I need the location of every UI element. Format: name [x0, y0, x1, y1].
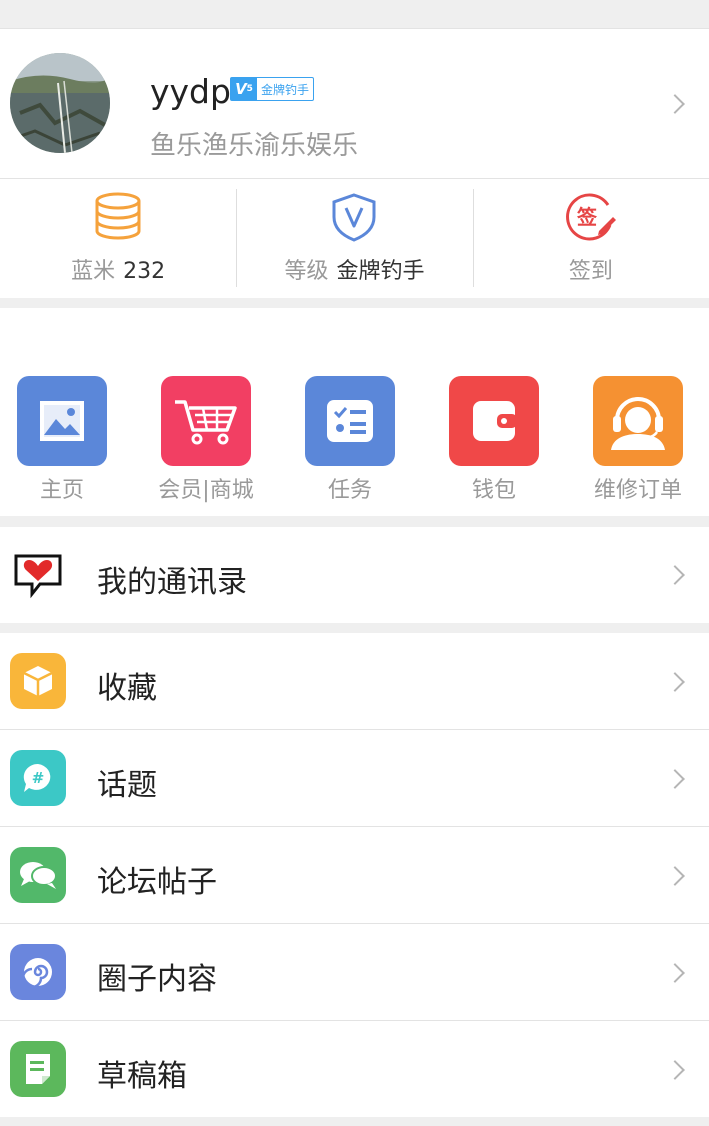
grid-label: 会员|商城 [158, 478, 254, 503]
grid-label: 维修订单 [593, 478, 682, 503]
task-list-icon [305, 376, 395, 466]
level-badge: V5 金牌钓手 [230, 77, 315, 101]
grid-item-mall[interactable]: 会员|商城 [136, 376, 276, 504]
menu-label: 收藏 [97, 671, 157, 706]
chevron-right-icon [665, 1060, 685, 1080]
grid-item-repair-orders[interactable]: 维修订单 [568, 376, 708, 504]
grid-label: 钱包 [471, 478, 516, 503]
stat-value: 232 [123, 259, 166, 284]
stat-sign-in[interactable]: 签 签到 [472, 179, 709, 298]
grid-label: 主页 [39, 478, 84, 503]
menu-label: 草稿箱 [97, 1059, 187, 1094]
image-icon [17, 376, 107, 466]
menu-label: 论坛帖子 [97, 865, 217, 900]
user-signature: 鱼乐渔乐渝乐娱乐 [150, 131, 359, 161]
feature-grid: 主页 会员|商城 任务 钱包 维修订单 [0, 308, 709, 516]
draft-icon [10, 1041, 66, 1097]
chevron-right-icon [665, 565, 685, 585]
profile-card[interactable]: yydp V5 金牌钓手 鱼乐渔乐渝乐娱乐 [0, 28, 709, 178]
coins-icon [95, 192, 141, 240]
grid-label: 任务 [327, 478, 372, 503]
menu-label: 话题 [97, 768, 157, 803]
badge-title: 金牌钓手 [261, 82, 310, 97]
grid-item-home[interactable]: 主页 [0, 376, 132, 504]
stat-level[interactable]: 等级 金牌钓手 [236, 179, 472, 298]
chevron-right-icon [665, 866, 685, 886]
heart-bubble-icon [10, 547, 66, 603]
menu-item-topics[interactable]: # 话题 [0, 730, 709, 827]
topic-hashtag-icon: # [10, 750, 66, 806]
customer-service-icon [593, 376, 683, 466]
box-icon [10, 653, 66, 709]
chevron-right-icon [665, 94, 685, 114]
stat-coins[interactable]: 蓝米 232 [0, 179, 236, 298]
stat-value: 金牌钓手 [336, 259, 425, 284]
grid-item-tasks[interactable]: 任务 [280, 376, 420, 504]
sign-in-icon: 签 [565, 193, 616, 241]
stat-label: 等级 [284, 259, 329, 284]
chevron-right-icon [665, 672, 685, 692]
username: yydp [150, 72, 231, 111]
menu-item-drafts[interactable]: 草稿箱 [0, 1021, 709, 1117]
shield-v-icon [332, 193, 376, 242]
spiral-icon [10, 944, 66, 1000]
svg-text:#: # [32, 769, 45, 787]
shopping-cart-icon [161, 376, 251, 466]
avatar[interactable] [10, 53, 110, 153]
menu-item-contacts[interactable]: 我的通讯录 [0, 527, 709, 623]
stats-bar: 蓝米 232 等级 金牌钓手 签 签到 [0, 178, 709, 298]
menu-list: 收藏 # 话题 论坛帖子 圈子内容 草稿箱 [0, 633, 709, 1117]
menu-label: 我的通讯录 [97, 565, 247, 600]
menu-label: 圈子内容 [97, 962, 217, 997]
menu-item-forum-posts[interactable]: 论坛帖子 [0, 827, 709, 924]
stat-label: 签到 [568, 259, 613, 284]
badge-level-icon: V5 [231, 78, 257, 100]
stat-label: 蓝米 [71, 259, 116, 284]
wallet-icon [449, 376, 539, 466]
grid-item-wallet[interactable]: 钱包 [424, 376, 564, 504]
chat-bubbles-icon [10, 847, 66, 903]
svg-text:签: 签 [576, 205, 598, 229]
chevron-right-icon [665, 769, 685, 789]
menu-item-circle-content[interactable]: 圈子内容 [0, 924, 709, 1021]
chevron-right-icon [665, 963, 685, 983]
menu-item-favorites[interactable]: 收藏 [0, 633, 709, 730]
